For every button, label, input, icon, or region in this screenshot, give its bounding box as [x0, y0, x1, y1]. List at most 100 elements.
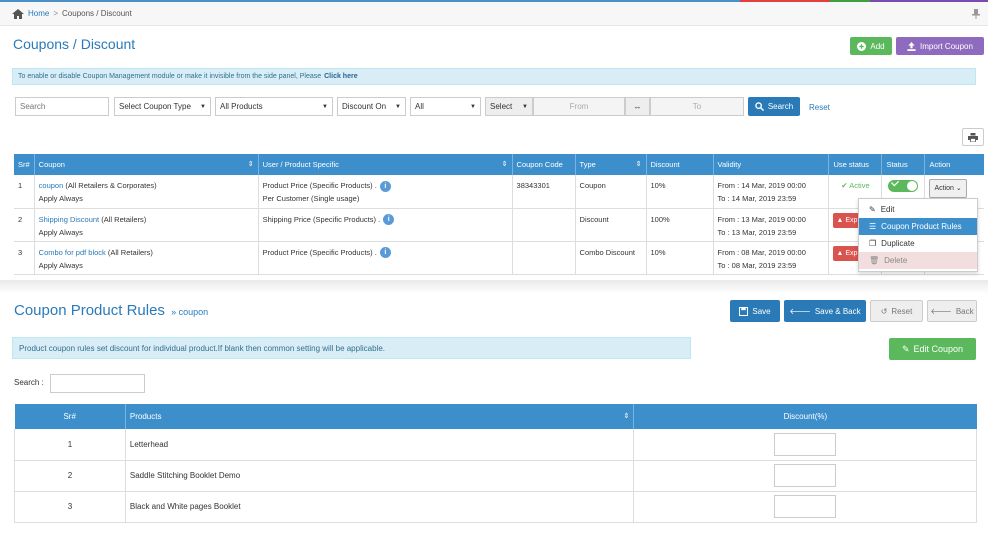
products-select[interactable]: All Products ▼: [215, 97, 333, 116]
caret-down-icon: ▼: [470, 103, 476, 110]
col-status: Status: [881, 154, 926, 175]
pin-icon[interactable]: [972, 9, 980, 19]
print-icon: [968, 132, 978, 142]
caret-down-icon: ▼: [395, 103, 401, 110]
arrow-left-icon: 🡐: [789, 307, 811, 316]
edit-coupon-button[interactable]: ✎ Edit Coupon: [889, 338, 976, 360]
breadcrumb-separator: >: [53, 9, 59, 18]
table-row: 2 Saddle Stitching Booklet Demo: [14, 460, 977, 492]
warning-icon: ▲: [836, 216, 844, 224]
add-button-label: Add: [870, 41, 885, 51]
product-rules-table: Sr# Products ⇕ Discount(%) 1 Letterhead 2…: [14, 404, 977, 523]
status-badge: ✔ Active: [841, 181, 870, 190]
info-icon[interactable]: i: [379, 247, 391, 259]
coupon-link[interactable]: coupon: [39, 181, 64, 190]
check-icon: ✔: [841, 181, 848, 190]
action-dropdown-button[interactable]: Action ⌄: [929, 179, 967, 198]
menu-item-delete[interactable]: 🗑 Delete: [859, 252, 977, 269]
col-type[interactable]: Type ⇕: [575, 154, 647, 175]
coupon-link[interactable]: Shipping Discount: [39, 215, 99, 224]
section-divider: [0, 280, 988, 294]
print-button[interactable]: [962, 128, 984, 146]
date-select[interactable]: Select ▼: [485, 97, 533, 116]
col-validity: Validity: [713, 154, 830, 175]
menu-item-duplicate[interactable]: ❐ Duplicate: [859, 235, 977, 252]
table-row: 3 Combo for pdf block (All Retailers) App…: [14, 241, 984, 275]
col-sr: Sr#: [14, 154, 35, 175]
discount-input[interactable]: [774, 464, 837, 487]
discount-input[interactable]: [774, 495, 837, 518]
all-select[interactable]: All ▼: [410, 97, 481, 116]
product-rules-header: Sr# Products ⇕ Discount(%): [14, 404, 977, 429]
sort-icon[interactable]: ⇕: [636, 160, 642, 168]
list-icon: ☰: [869, 222, 877, 231]
product-rules-info-bar: Product coupon rules set discount for in…: [12, 337, 691, 359]
col-action: Action: [924, 154, 984, 175]
product-rules-title: Coupon Product Rules » coupon: [14, 302, 209, 319]
sort-icon[interactable]: ⇕: [623, 412, 629, 420]
table-row: 2 Shipping Discount (All Retailers) Apply…: [14, 208, 984, 242]
col-sr: Sr#: [14, 404, 126, 429]
info-icon[interactable]: i: [379, 180, 391, 192]
col-user-product[interactable]: User / Product Specific ⇕: [258, 154, 513, 175]
search-label: Search :: [14, 378, 44, 387]
col-coupon[interactable]: Coupon ⇕: [34, 154, 259, 175]
pencil-icon: ✎: [901, 343, 910, 354]
page-title: Coupons / Discount: [13, 36, 136, 52]
add-button[interactable]: Add: [850, 37, 892, 55]
reset-filters-link[interactable]: Reset: [809, 103, 830, 112]
discount-on-select[interactable]: Discount On ▼: [337, 97, 406, 116]
status-toggle[interactable]: [888, 180, 919, 193]
caret-down-icon: ▼: [200, 103, 206, 110]
sort-icon[interactable]: ⇕: [248, 160, 254, 168]
expired-badge: ▲ Exp: [833, 212, 861, 228]
table-row: 1 Letterhead: [14, 429, 977, 461]
info-icon[interactable]: i: [383, 214, 395, 226]
back-button[interactable]: 🡐 Back: [927, 300, 977, 322]
save-button[interactable]: Save: [730, 300, 780, 322]
coupon-table: Sr# Coupon ⇕ User / Product Specific ⇕ Cou…: [14, 154, 984, 275]
click-here-link[interactable]: Click here: [324, 73, 357, 80]
save-and-back-button[interactable]: 🡐 Save & Back: [784, 300, 866, 322]
menu-item-coupon-product-rules[interactable]: ☰ Coupon Product Rules: [859, 218, 977, 235]
table-row: 1 coupon (All Retailers & Corporates) App…: [14, 175, 984, 209]
breadcrumb-current: Coupons / Discount: [62, 9, 132, 18]
expired-badge: ▲ Exp: [833, 245, 861, 261]
col-use-status: Use status: [828, 154, 883, 175]
pencil-icon: ✎: [869, 205, 876, 214]
search-filter-input[interactable]: Search: [15, 97, 109, 116]
plus-circle-icon: [857, 41, 867, 51]
coupon-table-header: Sr# Coupon ⇕ User / Product Specific ⇕ Cou…: [14, 154, 984, 175]
home-icon[interactable]: [12, 8, 24, 19]
col-discount: Discount: [646, 154, 714, 175]
col-products[interactable]: Products ⇕: [125, 404, 635, 429]
import-coupon-label: Import Coupon: [920, 41, 973, 51]
arrows-h-icon: ↔: [633, 102, 642, 111]
trash-icon: 🗑: [869, 256, 880, 265]
coupon-type-select[interactable]: Select Coupon Type ▼: [114, 97, 211, 116]
breadcrumb-home-link[interactable]: Home: [28, 9, 49, 18]
menu-item-edit[interactable]: ✎ Edit: [859, 201, 977, 218]
copy-icon: ❐: [869, 239, 877, 248]
action-dropdown-menu: ✎ Edit ☰ Coupon Product Rules ❐ Duplicate 🗑…: [858, 198, 978, 272]
search-button[interactable]: Search: [748, 97, 800, 116]
caret-down-icon: ▼: [522, 103, 528, 110]
discount-input[interactable]: [774, 432, 837, 456]
from-date-input[interactable]: From: [533, 97, 625, 116]
import-coupon-button[interactable]: Import Coupon: [896, 37, 984, 55]
coupon-link[interactable]: Combo for pdf block: [39, 248, 106, 257]
upload-icon: [907, 41, 916, 51]
to-date-input[interactable]: To: [650, 97, 744, 116]
sort-icon[interactable]: ⇕: [502, 160, 508, 168]
breadcrumb: Home > Coupons / Discount: [0, 2, 988, 26]
col-discount: Discount(%): [633, 404, 977, 429]
warning-icon: ▲: [836, 249, 844, 257]
arrow-left-icon: 🡐: [930, 307, 952, 316]
module-info-text: To enable or disable Coupon Management m…: [18, 73, 322, 80]
caret-down-icon: ⌄: [955, 185, 962, 192]
module-info-bar: To enable or disable Coupon Management m…: [12, 68, 976, 85]
reset-button[interactable]: ↺ Reset: [870, 300, 923, 322]
table-row: 3 Black and White pages Booklet: [14, 491, 977, 523]
search-icon: [755, 102, 764, 111]
product-search-input[interactable]: [50, 374, 145, 393]
